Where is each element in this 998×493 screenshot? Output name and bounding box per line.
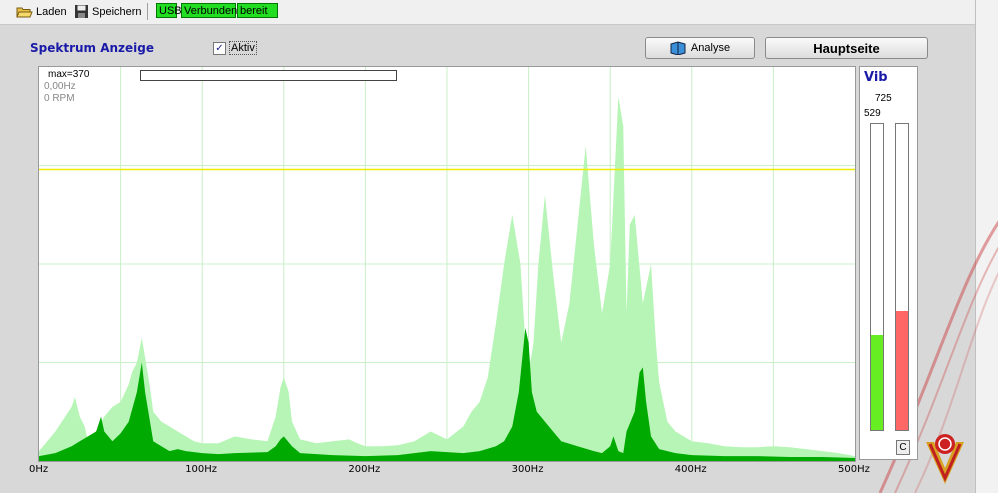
x-tick-label: 100Hz (185, 464, 218, 475)
vib-left-value: 529 (864, 108, 881, 119)
vib-left-meter (870, 123, 884, 431)
load-label: Laden (36, 5, 67, 18)
home-label: Hauptseite (813, 40, 880, 56)
vib-right-meter (895, 123, 909, 431)
vib-title: Vib (864, 70, 888, 85)
x-tick-label: 300Hz (511, 464, 544, 475)
x-tick-label: 500Hz (838, 464, 870, 475)
vib-left-fill (871, 335, 883, 430)
book-icon (670, 41, 686, 55)
save-label: Speichern (92, 5, 142, 18)
save-button[interactable]: Speichern (74, 3, 142, 20)
status-ready: bereit (237, 3, 278, 18)
status-connected: Verbunden (181, 3, 237, 18)
vibration-logo (926, 434, 964, 484)
vib-panel: Vib 725 529 C (859, 66, 918, 460)
analyse-button[interactable]: Analyse (645, 37, 755, 59)
max-level-bar (140, 70, 397, 81)
spectrum-chart: max=370 0,00Hz 0 RPM (38, 66, 856, 462)
x-tick-label: 400Hz (674, 464, 707, 475)
folder-open-icon (16, 7, 33, 17)
spectrum-plot (39, 67, 855, 461)
frequency-readout: 0,00Hz (44, 81, 76, 92)
toolbar: Laden Speichern USB Verbunden bereit (0, 0, 975, 25)
status-usb: USB (156, 3, 182, 18)
spectrum-title: Spektrum Anzeige (30, 41, 155, 55)
max-value-label: max=370 (48, 69, 90, 80)
rpm-readout: 0 RPM (44, 93, 75, 104)
floppy-disk-icon (75, 5, 88, 18)
analyse-label: Analyse (690, 42, 731, 54)
vib-reset-button[interactable]: C (896, 440, 910, 455)
x-tick-label: 0Hz (29, 464, 49, 475)
vib-right-fill (896, 310, 908, 430)
home-button[interactable]: Hauptseite (765, 37, 928, 59)
toolbar-separator (147, 3, 148, 20)
active-checkbox[interactable]: ✓ (213, 42, 226, 55)
x-tick-label: 200Hz (348, 464, 381, 475)
load-button[interactable]: Laden (16, 3, 67, 20)
vib-right-value: 725 (875, 93, 892, 104)
active-label[interactable]: Aktiv (229, 41, 257, 55)
